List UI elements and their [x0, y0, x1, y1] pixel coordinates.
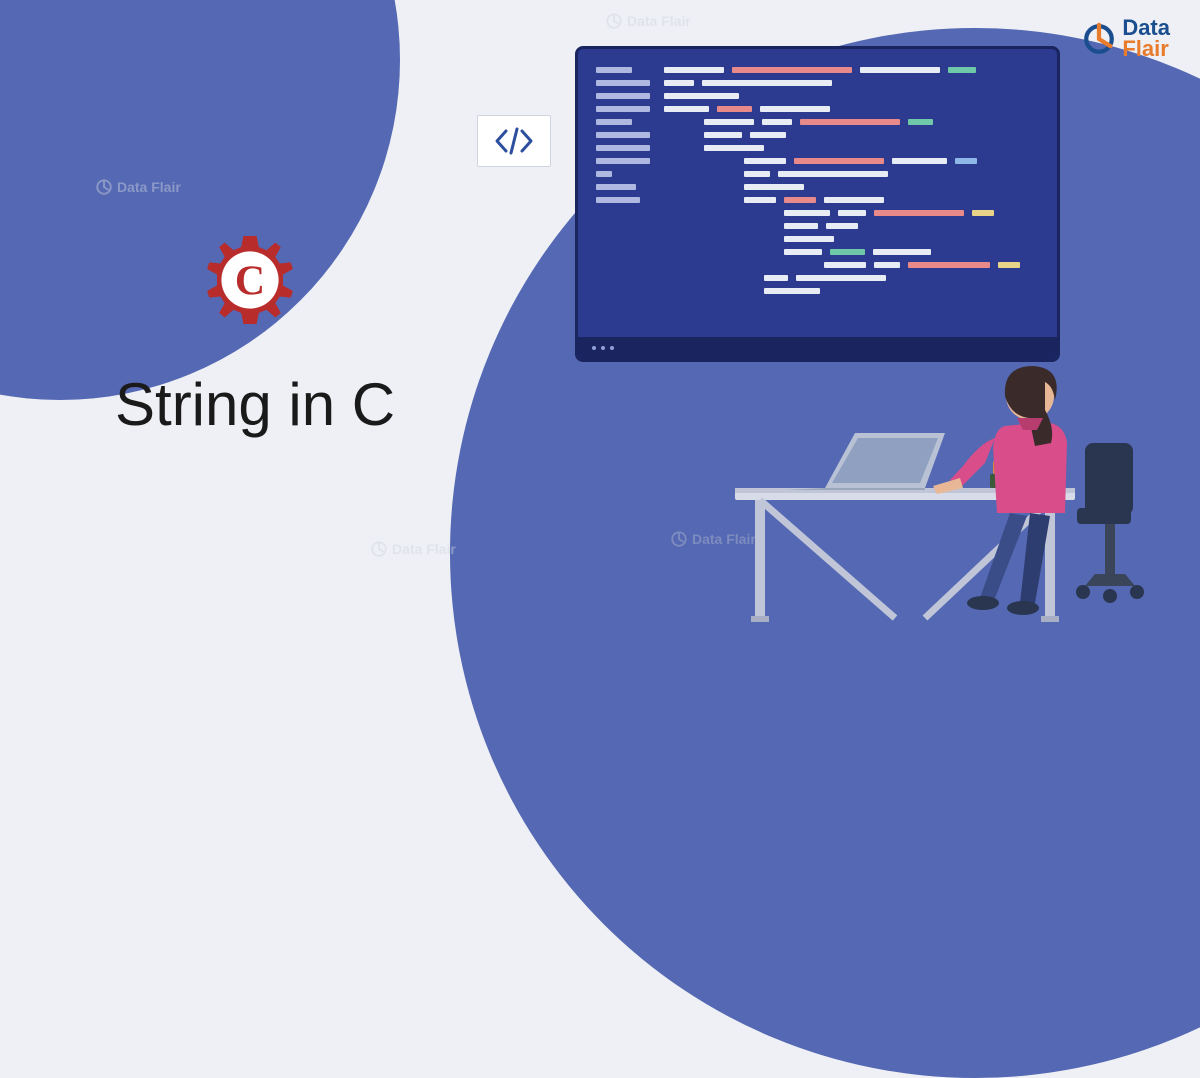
- c-gear-emblem: C: [195, 225, 305, 335]
- programmer-at-desk-icon: [695, 338, 1175, 628]
- code-line-numbers: [596, 67, 650, 294]
- code-editor-window: [575, 46, 1060, 362]
- watermark-text: Data Flair: [117, 179, 181, 195]
- page-title: String in C: [115, 370, 395, 439]
- watermark-icon: [670, 530, 688, 548]
- watermark-text: Data Flair: [627, 13, 691, 29]
- status-dot: [592, 346, 596, 350]
- banner-container: Data Flair Data Flair Data Flair Data Fl…: [0, 0, 1200, 628]
- brand-logo: Data Flair: [1082, 18, 1170, 60]
- code-brackets-icon: [494, 127, 534, 155]
- watermark-icon: [95, 178, 113, 196]
- programmer-illustration: [695, 338, 1175, 628]
- watermark-logo: Data Flair: [95, 178, 181, 196]
- code-content: [596, 67, 1039, 294]
- status-dot: [601, 346, 605, 350]
- watermark-icon: [370, 540, 388, 558]
- watermark-logo: Data Flair: [605, 12, 691, 30]
- brand-logo-icon: [1082, 22, 1116, 56]
- watermark-logo: Data Flair: [370, 540, 456, 558]
- gear-icon: C: [195, 225, 305, 335]
- gear-letter: C: [235, 258, 265, 304]
- brand-logo-text-bottom: Flair: [1122, 39, 1170, 60]
- code-tag-badge: [477, 115, 551, 167]
- status-dot: [610, 346, 614, 350]
- watermark-icon: [605, 12, 623, 30]
- brand-logo-text: Data Flair: [1122, 18, 1170, 60]
- watermark-text: Data Flair: [392, 541, 456, 557]
- code-body: [664, 67, 1039, 294]
